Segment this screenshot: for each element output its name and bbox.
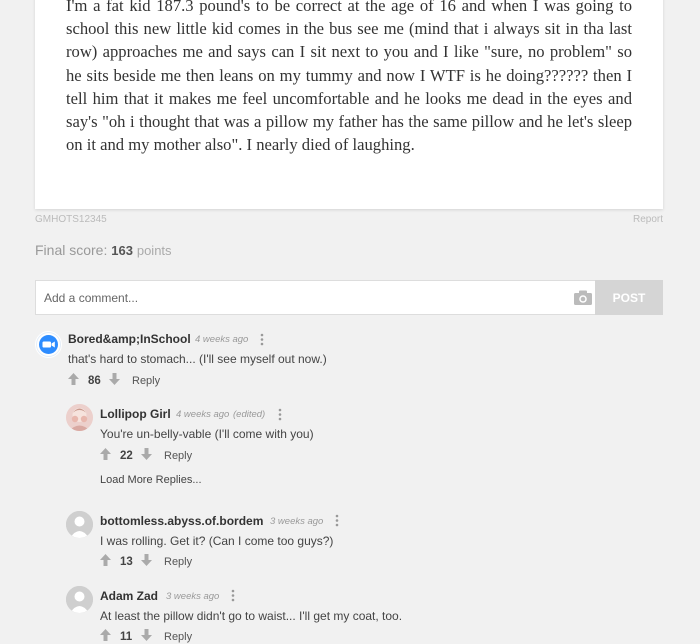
post-id: GMHOTS12345: [35, 214, 107, 225]
edited-label: (edited): [233, 409, 266, 420]
vote-count: 13: [120, 556, 133, 568]
comment-time: 4 weeks ago: [195, 334, 249, 345]
more-options-icon[interactable]: [231, 589, 235, 602]
load-more-replies-link[interactable]: Load More Replies...: [100, 474, 202, 486]
more-options-icon[interactable]: [260, 333, 264, 346]
post-meta-row: GMHOTS12345 Report: [35, 214, 663, 225]
upvote-arrow-icon[interactable]: [68, 373, 79, 385]
camera-icon[interactable]: [574, 290, 592, 305]
comment-input[interactable]: [36, 281, 582, 314]
post-story-text: I'm a fat kid 187.3 pound's to be correc…: [66, 0, 632, 155]
downvote-arrow-icon[interactable]: [109, 373, 120, 385]
final-score: Final score: 163 points: [35, 242, 172, 258]
default-user-icon: [66, 511, 93, 538]
post-comment-button[interactable]: POST: [595, 280, 663, 315]
comment-time: 3 weeks ago: [166, 591, 220, 602]
more-options-icon[interactable]: [335, 514, 339, 527]
upvote-arrow-icon[interactable]: [100, 554, 111, 566]
reply-link[interactable]: Reply: [164, 556, 192, 568]
avatar[interactable]: [66, 404, 93, 431]
downvote-arrow-icon[interactable]: [141, 629, 152, 641]
vote-count: 11: [120, 631, 133, 643]
comment-text: You're un-belly-vable (I'll come with yo…: [100, 427, 314, 441]
report-link[interactable]: Report: [633, 214, 663, 225]
upvote-arrow-icon[interactable]: [100, 629, 111, 641]
avatar[interactable]: [35, 331, 62, 358]
reply-link[interactable]: Reply: [164, 631, 192, 643]
comment-author[interactable]: Adam Zad: [100, 589, 158, 603]
score-value: 163: [111, 243, 133, 258]
downvote-arrow-icon[interactable]: [141, 554, 152, 566]
comment-time: 4 weeks ago: [176, 409, 230, 420]
comment-time: 3 weeks ago: [270, 516, 324, 527]
default-user-icon: [66, 586, 93, 613]
avatar[interactable]: [66, 511, 93, 538]
reply-link[interactable]: Reply: [132, 375, 160, 387]
user-photo-icon: [66, 404, 93, 431]
comment-author[interactable]: Bored&amp;InSchool: [68, 332, 191, 346]
reply-link[interactable]: Reply: [164, 450, 192, 462]
score-unit: points: [136, 243, 172, 258]
comment-author[interactable]: Lollipop Girl: [100, 407, 171, 421]
post-card: I'm a fat kid 187.3 pound's to be correc…: [35, 0, 663, 209]
zoom-logo-icon: [36, 332, 61, 357]
comment-author[interactable]: bottomless.abyss.of.bordem: [100, 514, 263, 528]
downvote-arrow-icon[interactable]: [141, 448, 152, 460]
comment-text: I was rolling. Get it? (Can I come too g…: [100, 534, 334, 548]
vote-count: 22: [120, 450, 133, 462]
upvote-arrow-icon[interactable]: [100, 448, 111, 460]
comment-text: At least the pillow didn't go to waist..…: [100, 609, 403, 623]
score-label: Final score:: [35, 242, 108, 258]
comment-text: that's hard to stomach... (I'll see myse…: [68, 352, 327, 366]
vote-count: 86: [88, 375, 101, 387]
comment-form: POST: [35, 280, 663, 315]
more-options-icon[interactable]: [278, 408, 282, 421]
avatar[interactable]: [66, 586, 93, 613]
